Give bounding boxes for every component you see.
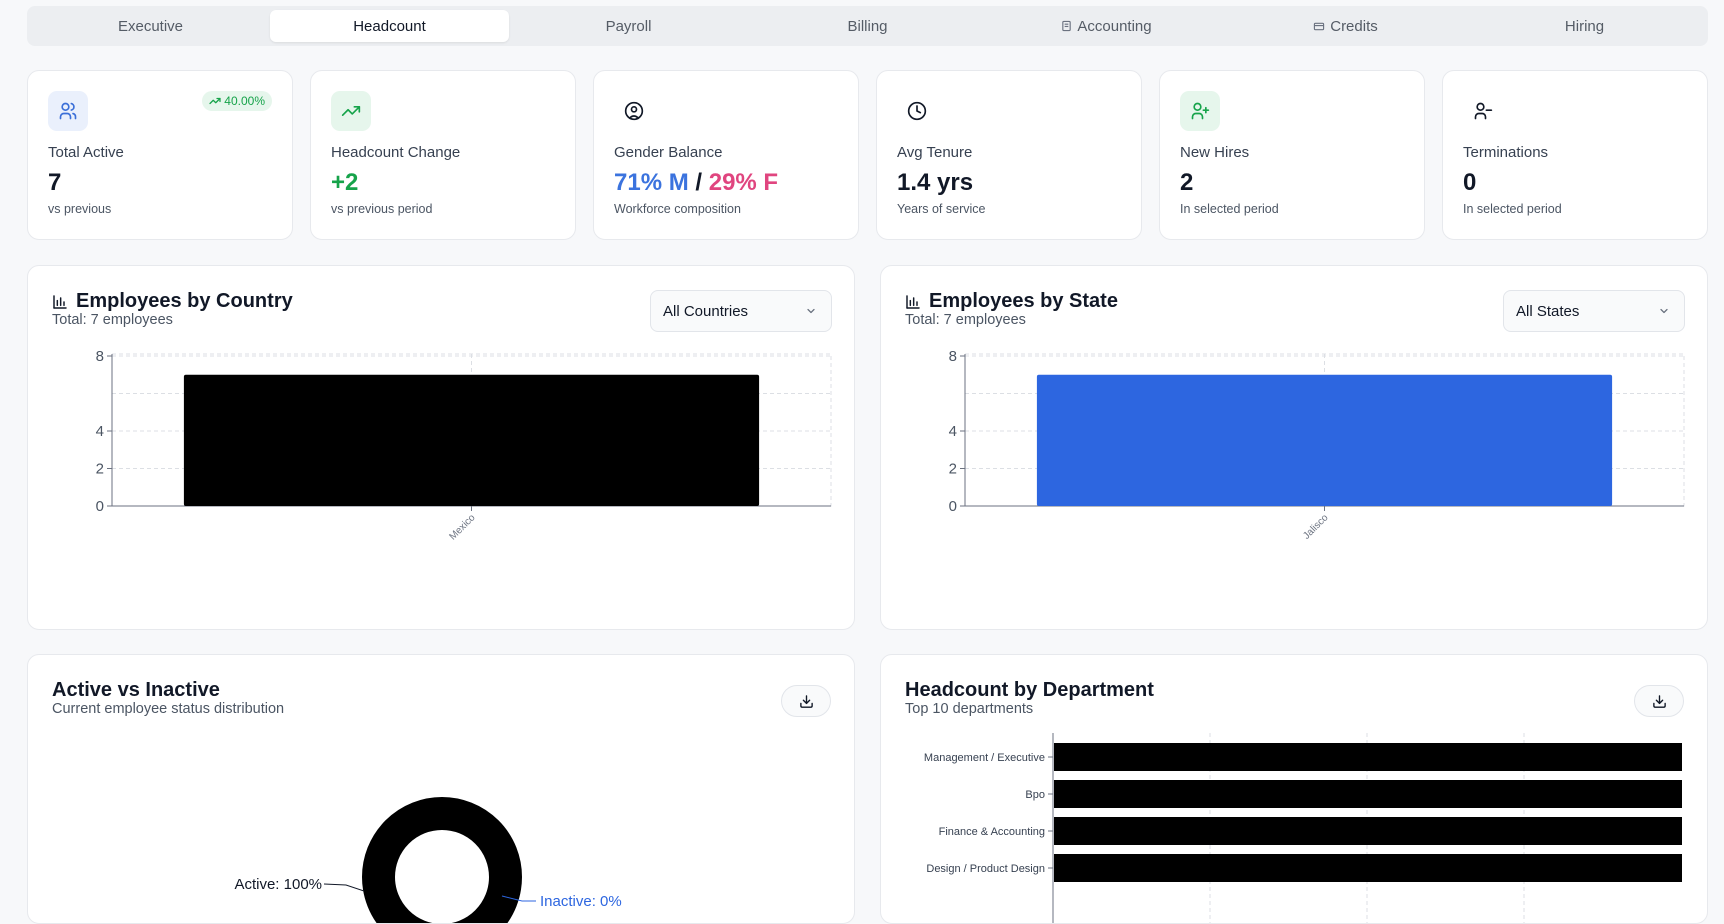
tab-bar: Executive Headcount Payroll Billing Accounti…: [27, 6, 1708, 46]
employees-by-state-panel: Employees by State Total: 7 employees Al…: [880, 265, 1708, 630]
department-label: Bpo: [1025, 789, 1045, 801]
leader-line: [324, 884, 364, 891]
kpi-label: New Hires: [1180, 144, 1249, 161]
x-tick-label: Jalisco: [1301, 512, 1331, 542]
tab-label: Credits: [1330, 18, 1378, 35]
slice-label-active: Active: 100%: [234, 876, 322, 893]
country-bar-chart: 0 2 4 8 Mexico: [28, 266, 856, 631]
trending-up-icon: [331, 91, 371, 131]
trending-up-icon: [209, 95, 221, 107]
kpi-value: 71% M / 29% F: [614, 169, 778, 197]
male-percent: 71% M: [614, 169, 689, 196]
kpi-card-total-active: 40.00% Total Active 7 vs previous: [27, 70, 293, 240]
y-tick-label: 4: [96, 423, 104, 440]
user-minus-icon: [1463, 91, 1503, 131]
active-vs-inactive-panel: Active vs Inactive Current employee stat…: [27, 654, 855, 924]
kpi-subtext: In selected period: [1463, 202, 1562, 216]
status-donut-chart: Active: 100% Inactive: 0%: [28, 655, 855, 924]
y-tick-label: 8: [949, 348, 957, 365]
bar-jalisco: [1037, 375, 1612, 506]
department-label: Management / Executive: [924, 752, 1045, 764]
tab-payroll[interactable]: Payroll: [509, 10, 748, 42]
kpi-card-gender-balance: Gender Balance 71% M / 29% F Workforce c…: [593, 70, 859, 240]
kpi-label: Terminations: [1463, 144, 1548, 161]
kpi-value: 2: [1180, 169, 1193, 197]
x-tick-label: Mexico: [447, 512, 477, 542]
y-tick-label: 0: [949, 498, 957, 515]
tab-headcount[interactable]: Headcount: [270, 10, 509, 42]
y-tick-label: 4: [949, 423, 957, 440]
y-tick-label: 2: [96, 461, 104, 478]
tab-label: Headcount: [353, 18, 426, 35]
slice-label-inactive: Inactive: 0%: [540, 893, 622, 910]
tab-label: Hiring: [1565, 18, 1604, 35]
credit-card-icon: [1313, 21, 1325, 32]
tab-billing[interactable]: Billing: [748, 10, 987, 42]
headcount-by-department-panel: Headcount by Department Top 10 departmen…: [880, 654, 1708, 924]
kpi-subtext: Years of service: [897, 202, 985, 216]
user-plus-icon: [1180, 91, 1220, 131]
kpi-card-new-hires: New Hires 2 In selected period: [1159, 70, 1425, 240]
tab-credits[interactable]: Credits: [1226, 10, 1465, 42]
kpi-subtext: Workforce composition: [614, 202, 741, 216]
female-percent: 29% F: [709, 169, 778, 196]
kpi-subtext: In selected period: [1180, 202, 1279, 216]
kpi-card-terminations: Terminations 0 In selected period: [1442, 70, 1708, 240]
kpi-value: 1.4 yrs: [897, 169, 973, 197]
document-icon: [1061, 20, 1072, 32]
department-bar: [1054, 817, 1682, 845]
department-label: Finance & Accounting: [939, 826, 1045, 838]
department-label: Design / Product Design: [926, 863, 1045, 875]
state-bar-chart: 0 2 4 8 Jalisco: [881, 266, 1709, 631]
kpi-label: Total Active: [48, 144, 124, 161]
kpi-value: 0: [1463, 169, 1476, 197]
department-bar: [1054, 854, 1682, 882]
users-icon: [48, 91, 88, 131]
y-tick-label: 2: [949, 461, 957, 478]
clock-icon: [897, 91, 937, 131]
tab-executive[interactable]: Executive: [31, 10, 270, 42]
user-circle-icon: [614, 91, 654, 131]
tab-label: Billing: [847, 18, 887, 35]
y-tick-label: 8: [96, 348, 104, 365]
kpi-label: Avg Tenure: [897, 144, 972, 161]
department-bar: [1054, 743, 1682, 771]
tab-label: Executive: [118, 18, 183, 35]
change-badge: 40.00%: [202, 91, 272, 111]
kpi-value: 7: [48, 169, 61, 197]
change-badge-value: 40.00%: [224, 94, 265, 108]
kpi-label: Gender Balance: [614, 144, 722, 161]
department-bar: [1054, 780, 1682, 808]
y-tick-label: 0: [96, 498, 104, 515]
tab-hiring[interactable]: Hiring: [1465, 10, 1704, 42]
slice-active: [379, 814, 506, 924]
tab-label: Accounting: [1077, 18, 1151, 35]
kpi-subtext: vs previous: [48, 202, 111, 216]
employees-by-country-panel: Employees by Country Total: 7 employees …: [27, 265, 855, 630]
tab-label: Payroll: [606, 18, 652, 35]
gender-separator: /: [695, 169, 702, 196]
department-bar-chart: Management / Executive Bpo Finance & Accou…: [881, 655, 1708, 924]
kpi-subtext: vs previous period: [331, 202, 432, 216]
kpi-card-headcount-change: Headcount Change +2 vs previous period: [310, 70, 576, 240]
kpi-card-avg-tenure: Avg Tenure 1.4 yrs Years of service: [876, 70, 1142, 240]
tab-accounting[interactable]: Accounting: [987, 10, 1226, 42]
kpi-label: Headcount Change: [331, 144, 460, 161]
kpi-value: +2: [331, 169, 358, 197]
bar-mexico: [184, 375, 759, 506]
